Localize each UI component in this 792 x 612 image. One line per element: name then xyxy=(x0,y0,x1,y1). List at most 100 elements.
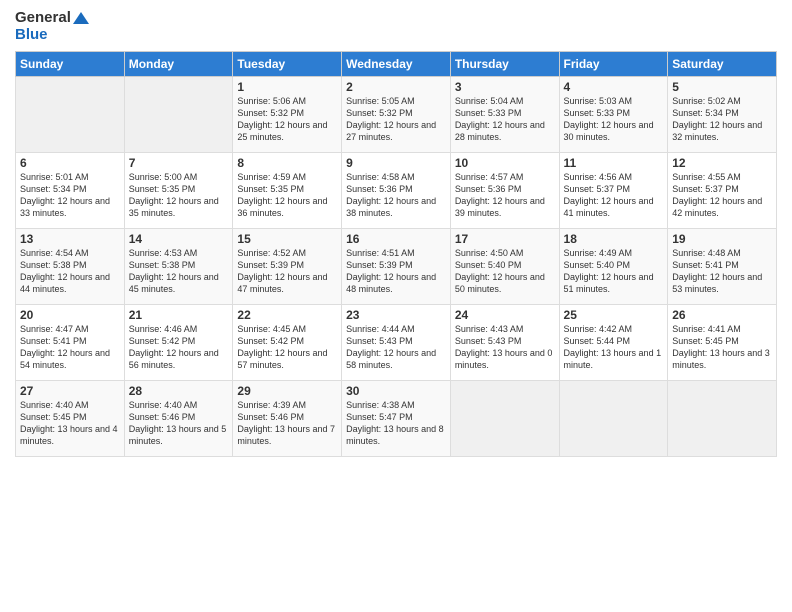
calendar-week-row: 6Sunrise: 5:01 AMSunset: 5:34 PMDaylight… xyxy=(16,153,777,229)
day-number: 24 xyxy=(455,308,555,322)
day-number: 20 xyxy=(20,308,120,322)
day-info: Sunrise: 5:04 AMSunset: 5:33 PMDaylight:… xyxy=(455,95,555,144)
day-info: Sunrise: 4:48 AMSunset: 5:41 PMDaylight:… xyxy=(672,247,772,296)
page-header: General Blue xyxy=(15,10,777,43)
calendar-week-row: 13Sunrise: 4:54 AMSunset: 5:38 PMDayligh… xyxy=(16,229,777,305)
day-info: Sunrise: 4:49 AMSunset: 5:40 PMDaylight:… xyxy=(564,247,664,296)
calendar-day-header: Wednesday xyxy=(342,52,451,77)
calendar-day-cell: 16Sunrise: 4:51 AMSunset: 5:39 PMDayligh… xyxy=(342,229,451,305)
day-info: Sunrise: 4:58 AMSunset: 5:36 PMDaylight:… xyxy=(346,171,446,220)
calendar-day-cell: 4Sunrise: 5:03 AMSunset: 5:33 PMDaylight… xyxy=(559,77,668,153)
calendar-day-cell: 11Sunrise: 4:56 AMSunset: 5:37 PMDayligh… xyxy=(559,153,668,229)
calendar-day-header: Saturday xyxy=(668,52,777,77)
day-info: Sunrise: 4:53 AMSunset: 5:38 PMDaylight:… xyxy=(129,247,229,296)
day-number: 12 xyxy=(672,156,772,170)
calendar-day-cell: 22Sunrise: 4:45 AMSunset: 5:42 PMDayligh… xyxy=(233,305,342,381)
day-number: 13 xyxy=(20,232,120,246)
day-info: Sunrise: 4:40 AMSunset: 5:45 PMDaylight:… xyxy=(20,399,120,448)
calendar-day-cell: 26Sunrise: 4:41 AMSunset: 5:45 PMDayligh… xyxy=(668,305,777,381)
calendar-day-header: Tuesday xyxy=(233,52,342,77)
calendar-header-row: SundayMondayTuesdayWednesdayThursdayFrid… xyxy=(16,52,777,77)
day-number: 21 xyxy=(129,308,229,322)
logo-text-blue: Blue xyxy=(15,27,89,44)
day-info: Sunrise: 5:06 AMSunset: 5:32 PMDaylight:… xyxy=(237,95,337,144)
calendar-day-cell: 6Sunrise: 5:01 AMSunset: 5:34 PMDaylight… xyxy=(16,153,125,229)
calendar-day-cell xyxy=(450,381,559,457)
day-info: Sunrise: 4:57 AMSunset: 5:36 PMDaylight:… xyxy=(455,171,555,220)
calendar-day-cell: 24Sunrise: 4:43 AMSunset: 5:43 PMDayligh… xyxy=(450,305,559,381)
calendar-week-row: 1Sunrise: 5:06 AMSunset: 5:32 PMDaylight… xyxy=(16,77,777,153)
calendar-day-cell: 21Sunrise: 4:46 AMSunset: 5:42 PMDayligh… xyxy=(124,305,233,381)
day-number: 6 xyxy=(20,156,120,170)
day-number: 1 xyxy=(237,80,337,94)
day-number: 9 xyxy=(346,156,446,170)
day-number: 19 xyxy=(672,232,772,246)
day-info: Sunrise: 4:59 AMSunset: 5:35 PMDaylight:… xyxy=(237,171,337,220)
day-info: Sunrise: 4:41 AMSunset: 5:45 PMDaylight:… xyxy=(672,323,772,372)
calendar-week-row: 20Sunrise: 4:47 AMSunset: 5:41 PMDayligh… xyxy=(16,305,777,381)
calendar-day-header: Sunday xyxy=(16,52,125,77)
day-info: Sunrise: 4:42 AMSunset: 5:44 PMDaylight:… xyxy=(564,323,664,372)
day-number: 3 xyxy=(455,80,555,94)
day-number: 29 xyxy=(237,384,337,398)
day-info: Sunrise: 5:02 AMSunset: 5:34 PMDaylight:… xyxy=(672,95,772,144)
day-info: Sunrise: 4:52 AMSunset: 5:39 PMDaylight:… xyxy=(237,247,337,296)
day-number: 4 xyxy=(564,80,664,94)
day-info: Sunrise: 4:50 AMSunset: 5:40 PMDaylight:… xyxy=(455,247,555,296)
day-info: Sunrise: 4:40 AMSunset: 5:46 PMDaylight:… xyxy=(129,399,229,448)
calendar-day-cell: 8Sunrise: 4:59 AMSunset: 5:35 PMDaylight… xyxy=(233,153,342,229)
calendar-day-cell: 18Sunrise: 4:49 AMSunset: 5:40 PMDayligh… xyxy=(559,229,668,305)
calendar-day-cell: 12Sunrise: 4:55 AMSunset: 5:37 PMDayligh… xyxy=(668,153,777,229)
calendar-day-cell: 30Sunrise: 4:38 AMSunset: 5:47 PMDayligh… xyxy=(342,381,451,457)
day-number: 7 xyxy=(129,156,229,170)
day-number: 8 xyxy=(237,156,337,170)
day-number: 15 xyxy=(237,232,337,246)
calendar-day-cell: 13Sunrise: 4:54 AMSunset: 5:38 PMDayligh… xyxy=(16,229,125,305)
calendar-day-cell: 2Sunrise: 5:05 AMSunset: 5:32 PMDaylight… xyxy=(342,77,451,153)
logo-text-general: General xyxy=(15,10,89,27)
calendar-table: SundayMondayTuesdayWednesdayThursdayFrid… xyxy=(15,51,777,457)
day-info: Sunrise: 4:46 AMSunset: 5:42 PMDaylight:… xyxy=(129,323,229,372)
calendar-day-cell: 7Sunrise: 5:00 AMSunset: 5:35 PMDaylight… xyxy=(124,153,233,229)
calendar-day-cell: 5Sunrise: 5:02 AMSunset: 5:34 PMDaylight… xyxy=(668,77,777,153)
calendar-day-cell: 25Sunrise: 4:42 AMSunset: 5:44 PMDayligh… xyxy=(559,305,668,381)
day-info: Sunrise: 4:56 AMSunset: 5:37 PMDaylight:… xyxy=(564,171,664,220)
calendar-day-cell: 3Sunrise: 5:04 AMSunset: 5:33 PMDaylight… xyxy=(450,77,559,153)
day-number: 22 xyxy=(237,308,337,322)
day-info: Sunrise: 5:01 AMSunset: 5:34 PMDaylight:… xyxy=(20,171,120,220)
calendar-day-cell: 17Sunrise: 4:50 AMSunset: 5:40 PMDayligh… xyxy=(450,229,559,305)
calendar-day-cell: 10Sunrise: 4:57 AMSunset: 5:36 PMDayligh… xyxy=(450,153,559,229)
calendar-day-cell: 15Sunrise: 4:52 AMSunset: 5:39 PMDayligh… xyxy=(233,229,342,305)
calendar-day-cell: 23Sunrise: 4:44 AMSunset: 5:43 PMDayligh… xyxy=(342,305,451,381)
calendar-day-cell: 19Sunrise: 4:48 AMSunset: 5:41 PMDayligh… xyxy=(668,229,777,305)
calendar-day-cell: 14Sunrise: 4:53 AMSunset: 5:38 PMDayligh… xyxy=(124,229,233,305)
day-info: Sunrise: 4:45 AMSunset: 5:42 PMDaylight:… xyxy=(237,323,337,372)
day-number: 23 xyxy=(346,308,446,322)
day-info: Sunrise: 4:47 AMSunset: 5:41 PMDaylight:… xyxy=(20,323,120,372)
calendar-day-cell: 20Sunrise: 4:47 AMSunset: 5:41 PMDayligh… xyxy=(16,305,125,381)
day-number: 26 xyxy=(672,308,772,322)
day-info: Sunrise: 5:00 AMSunset: 5:35 PMDaylight:… xyxy=(129,171,229,220)
day-info: Sunrise: 4:38 AMSunset: 5:47 PMDaylight:… xyxy=(346,399,446,448)
calendar-day-cell xyxy=(16,77,125,153)
day-info: Sunrise: 5:05 AMSunset: 5:32 PMDaylight:… xyxy=(346,95,446,144)
calendar-day-cell: 9Sunrise: 4:58 AMSunset: 5:36 PMDaylight… xyxy=(342,153,451,229)
calendar-day-cell: 28Sunrise: 4:40 AMSunset: 5:46 PMDayligh… xyxy=(124,381,233,457)
day-number: 16 xyxy=(346,232,446,246)
day-number: 30 xyxy=(346,384,446,398)
day-info: Sunrise: 5:03 AMSunset: 5:33 PMDaylight:… xyxy=(564,95,664,144)
day-number: 11 xyxy=(564,156,664,170)
calendar-day-cell: 27Sunrise: 4:40 AMSunset: 5:45 PMDayligh… xyxy=(16,381,125,457)
calendar-day-cell: 29Sunrise: 4:39 AMSunset: 5:46 PMDayligh… xyxy=(233,381,342,457)
day-number: 25 xyxy=(564,308,664,322)
day-number: 17 xyxy=(455,232,555,246)
day-number: 10 xyxy=(455,156,555,170)
day-number: 27 xyxy=(20,384,120,398)
day-number: 5 xyxy=(672,80,772,94)
day-number: 14 xyxy=(129,232,229,246)
calendar-day-header: Friday xyxy=(559,52,668,77)
logo: General Blue xyxy=(15,10,89,43)
calendar-day-cell xyxy=(668,381,777,457)
calendar-day-cell: 1Sunrise: 5:06 AMSunset: 5:32 PMDaylight… xyxy=(233,77,342,153)
calendar-day-cell xyxy=(124,77,233,153)
